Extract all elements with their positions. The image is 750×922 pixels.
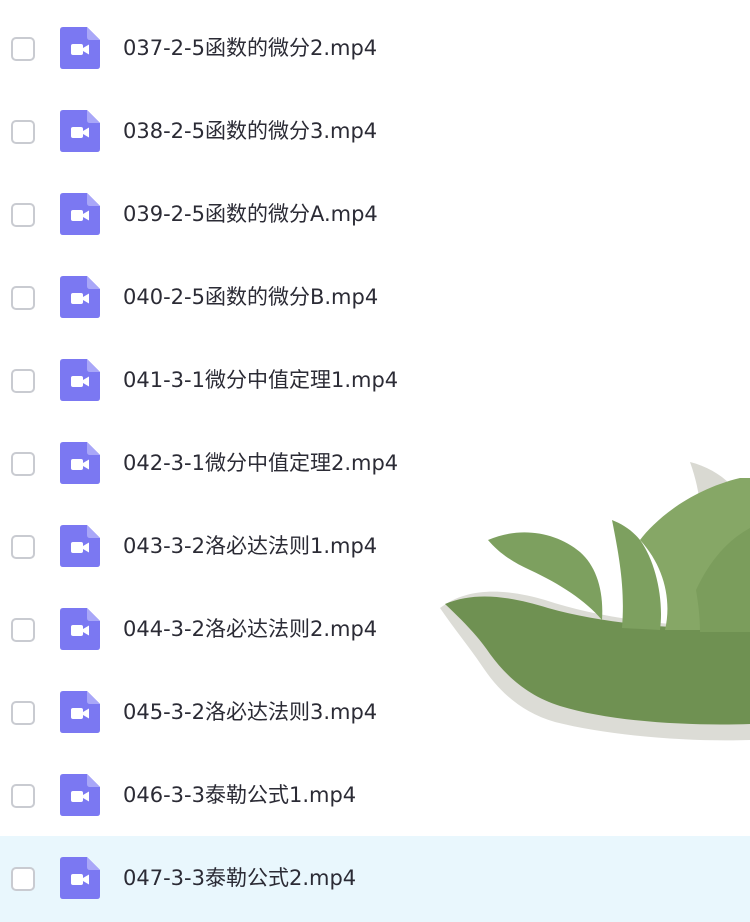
- list-item[interactable]: 045-3-2洛必达法则3.mp4: [0, 670, 750, 753]
- file-name[interactable]: 043-3-2洛必达法则1.mp4: [123, 530, 377, 562]
- file-name[interactable]: 037-2-5函数的微分2.mp4: [123, 32, 377, 64]
- list-item[interactable]: 042-3-1微分中值定理2.mp4: [0, 421, 750, 504]
- list-item[interactable]: 047-3-3泰勒公式2.mp4: [0, 836, 750, 922]
- row-checkbox[interactable]: [11, 784, 35, 808]
- row-checkbox[interactable]: [11, 203, 35, 227]
- file-name[interactable]: 046-3-3泰勒公式1.mp4: [123, 779, 356, 811]
- file-name[interactable]: 040-2-5函数的微分B.mp4: [123, 281, 378, 313]
- row-checkbox[interactable]: [11, 618, 35, 642]
- video-file-icon: [60, 857, 100, 899]
- video-file-icon: [60, 359, 100, 401]
- file-name[interactable]: 044-3-2洛必达法则2.mp4: [123, 613, 377, 645]
- list-item[interactable]: 037-2-5函数的微分2.mp4: [0, 6, 750, 89]
- video-file-icon: [60, 276, 100, 318]
- list-item[interactable]: 040-2-5函数的微分B.mp4: [0, 255, 750, 338]
- row-checkbox[interactable]: [11, 452, 35, 476]
- file-name[interactable]: 038-2-5函数的微分3.mp4: [123, 115, 377, 147]
- video-file-icon: [60, 110, 100, 152]
- row-checkbox[interactable]: [11, 535, 35, 559]
- row-checkbox[interactable]: [11, 286, 35, 310]
- video-file-icon: [60, 442, 100, 484]
- file-name[interactable]: 047-3-3泰勒公式2.mp4: [123, 862, 356, 894]
- file-name[interactable]: 045-3-2洛必达法则3.mp4: [123, 696, 377, 728]
- list-item[interactable]: 038-2-5函数的微分3.mp4: [0, 89, 750, 172]
- video-file-icon: [60, 608, 100, 650]
- file-name[interactable]: 042-3-1微分中值定理2.mp4: [123, 447, 398, 479]
- row-checkbox[interactable]: [11, 701, 35, 725]
- file-name[interactable]: 041-3-1微分中值定理1.mp4: [123, 364, 398, 396]
- file-name[interactable]: 039-2-5函数的微分A.mp4: [123, 198, 378, 230]
- row-checkbox[interactable]: [11, 37, 35, 61]
- list-item[interactable]: 039-2-5函数的微分A.mp4: [0, 172, 750, 255]
- video-file-icon: [60, 525, 100, 567]
- video-file-icon: [60, 193, 100, 235]
- row-checkbox[interactable]: [11, 369, 35, 393]
- video-file-icon: [60, 27, 100, 69]
- row-checkbox[interactable]: [11, 120, 35, 144]
- video-file-icon: [60, 691, 100, 733]
- file-list: 037-2-5函数的微分2.mp4 038-2-5函数的微分3.mp4 039-…: [0, 0, 750, 922]
- list-item[interactable]: 044-3-2洛必达法则2.mp4: [0, 587, 750, 670]
- list-item[interactable]: 041-3-1微分中值定理1.mp4: [0, 338, 750, 421]
- list-item[interactable]: 046-3-3泰勒公式1.mp4: [0, 753, 750, 836]
- video-file-icon: [60, 774, 100, 816]
- list-item[interactable]: 043-3-2洛必达法则1.mp4: [0, 504, 750, 587]
- row-checkbox[interactable]: [11, 867, 35, 891]
